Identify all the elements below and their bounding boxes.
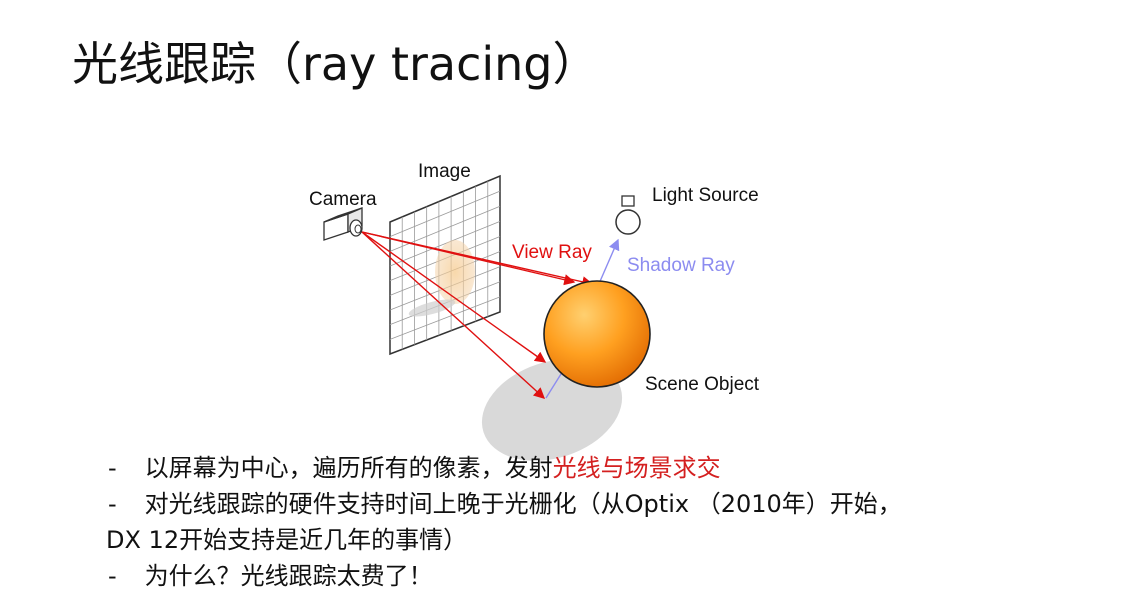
bullet-list: - 以屏幕为中心，遍历所有的像素，发射光线与场景求交 - 对光线跟踪的硬件支持时间上… [106,450,1128,594]
bullet-text: 以屏幕为中心，遍历所有的像素，发射 [144,454,553,482]
bullet-item-2-continuation: DX 12开始支持是近几年的事情） [106,522,1128,558]
camera-icon [323,207,363,241]
bullet-item-3: - 为什么？光线跟踪太费了！ [108,558,1128,594]
bullet-dash: - [108,562,117,590]
bullet-text: 为什么？光线跟踪太费了！ [144,562,433,590]
label-view-ray: View Ray [512,242,592,263]
bullet-text: DX 12开始支持是近几年的事情） [106,526,468,554]
bullet-dash: - [108,490,117,518]
light-bulb-icon [615,195,641,235]
label-image: Image [418,161,471,182]
label-camera: Camera [309,189,377,210]
bullet-text: 对光线跟踪的硬件支持时间上晚于光栅化（从Optix （2010年）开始， [144,490,902,518]
label-scene-object: Scene Object [645,374,760,395]
label-light-source: Light Source [652,185,759,206]
bullet-highlight: 光线与场景求交 [552,454,721,482]
bullet-item-1: - 以屏幕为中心，遍历所有的像素，发射光线与场景求交 [108,450,1128,486]
bullet-item-2: - 对光线跟踪的硬件支持时间上晚于光栅化（从Optix （2010年）开始， [108,486,1128,522]
label-shadow-ray: Shadow Ray [627,255,735,276]
scene-sphere [543,280,651,388]
bullet-dash: - [108,454,117,482]
image-plane [389,174,501,356]
